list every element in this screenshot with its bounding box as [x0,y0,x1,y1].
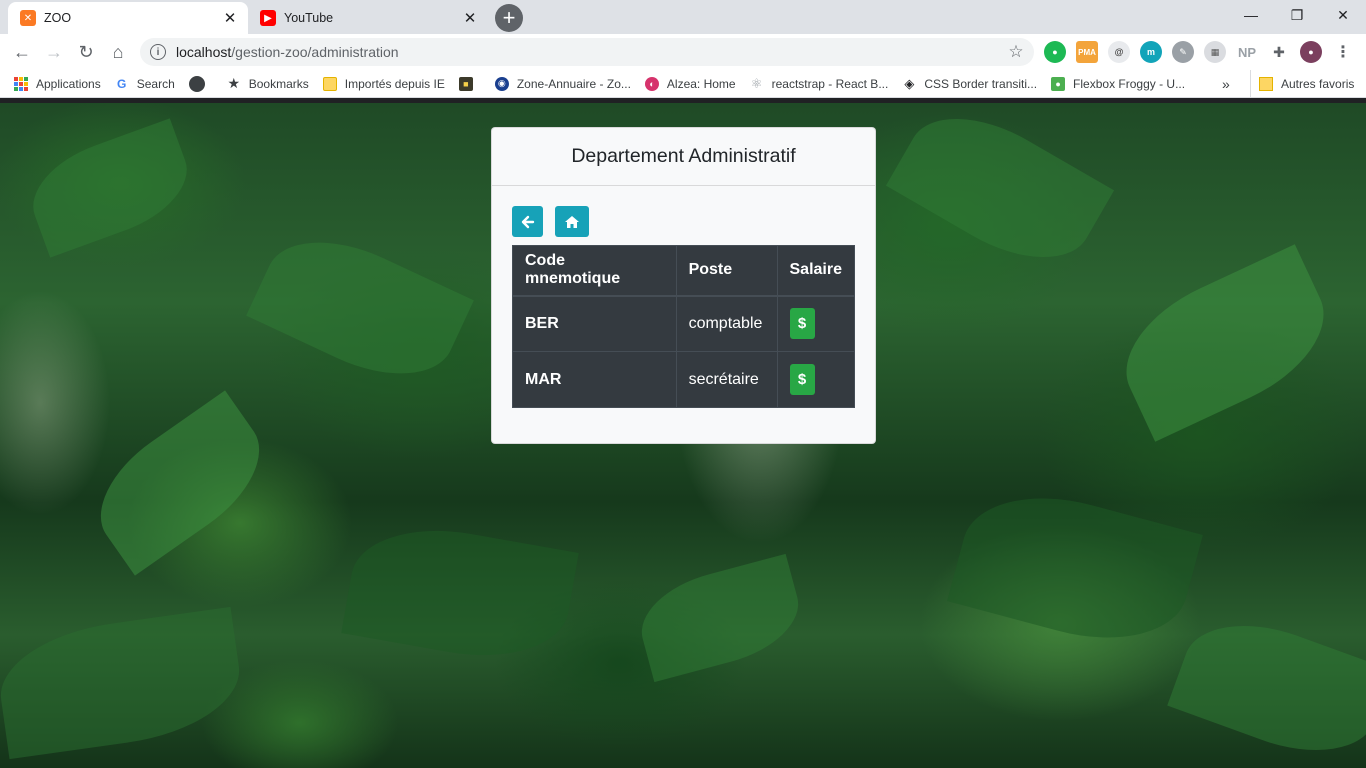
leaf-decoration [341,514,579,672]
column-header: Salaire [776,245,855,297]
bookmark-flexbox-froggy[interactable]: ● Flexbox Froggy - U... [1045,72,1191,96]
restore-icon[interactable]: ❐ [1274,0,1320,30]
leaf-decoration [77,390,283,576]
tab-title: YouTube [284,11,334,25]
card-header: Departement Administratif [492,128,875,186]
leaf-decoration [885,103,1115,286]
dollar-icon: $ [797,315,807,333]
bookmark-bookmarks[interactable]: ★ Bookmarks [221,72,315,96]
m-extension-icon[interactable]: m [1140,41,1162,63]
pma-extension-icon[interactable]: PMA [1076,41,1098,63]
app-icon: ■ [458,76,473,91]
profile-avatar[interactable]: ● [1300,41,1322,63]
code-cell: MAR [512,351,677,408]
bookmark-alzea[interactable]: ◐ Alzea: Home [639,72,742,96]
url-text[interactable]: localhost/gestion-zoo/administration [176,44,1002,60]
window-controls: — ❐ ✕ [1228,0,1366,30]
folder-icon [1259,77,1273,91]
arrow-left-icon [521,215,534,228]
bookmark-css-border[interactable]: ◈ CSS Border transiti... [896,72,1043,96]
bookmark-app[interactable]: ■ [453,72,487,96]
poste-cell: secrétaire [675,351,778,408]
salaire-cell: $ [776,351,855,408]
home-button[interactable] [555,206,589,237]
leaf-decoration [631,553,809,683]
page-title: Departement Administratif [571,145,796,167]
new-tab-button[interactable]: + [495,4,523,32]
close-window-icon[interactable]: ✕ [1320,0,1366,30]
leaf-decoration [246,215,474,401]
close-tab-icon[interactable]: ✕ [460,8,480,28]
mail-extension-icon[interactable]: @ [1108,41,1130,63]
youtube-icon: ▶ [260,10,276,26]
leaf-decoration [0,606,248,760]
bookmarks-overflow-icon[interactable]: » [1222,70,1230,98]
home-nav-icon[interactable]: ⌂ [104,38,132,66]
green-extension-icon[interactable]: ● [1044,41,1066,63]
dollar-icon: $ [797,371,807,388]
extensions-area: ● PMA @ m ✎ ▦ NP ✚ ● ⋮ [1044,40,1364,64]
bookmarks-bar: Applications G Search ★ Bookmarks Import… [0,70,1366,98]
table-header-row: Code mnemotique Poste Salaire [512,245,855,297]
table-row: BER comptable $ [512,295,855,352]
leaf-decoration [1167,602,1366,768]
browser-toolbar: ← → ↻ ⌂ i localhost/gestion-zoo/administ… [0,34,1366,70]
back-icon[interactable]: ← [8,38,36,66]
bookmark-applications[interactable]: Applications [8,72,107,96]
leaf-decoration [19,118,201,258]
tab-title: ZOO [44,11,72,25]
reload-icon[interactable]: ↻ [72,38,100,66]
close-tab-icon[interactable]: ✕ [220,8,240,28]
bookmark-search[interactable]: G Search [109,72,181,96]
bookmark-importes-ie[interactable]: Importés depuis IE [317,72,451,96]
globe-icon: ◉ [494,76,509,91]
apps-grid-icon [14,76,28,91]
folder-icon [322,76,337,91]
bookmark-reactstrap[interactable]: ⚛ reactstrap - React B... [744,72,895,96]
puzzle-icon[interactable]: ✚ [1268,41,1290,63]
np-extension-icon[interactable]: NP [1236,41,1258,63]
react-icon: ⚛ [750,75,763,91]
column-header: Poste [675,245,778,297]
leaf-decoration [1104,244,1346,442]
google-icon: G [114,76,129,91]
table-row: MAR secrétaire $ [512,351,855,408]
tab-strip: ✕ ZOO ✕ ▶ YouTube ✕ + — ❐ ✕ [0,0,1366,34]
column-header: Code mnemotique [512,245,677,297]
grid-extension-icon[interactable]: ▦ [1204,41,1226,63]
code-cell: BER [512,295,677,352]
back-button[interactable] [512,206,543,237]
department-card: Departement Administratif Code mnemotiqu… [491,127,876,444]
salaire-cell: $ [776,295,855,352]
page-background: Departement Administratif Code mnemotiqu… [0,103,1366,768]
other-bookmarks[interactable]: Autres favoris [1250,70,1354,98]
action-buttons [512,206,855,237]
alzea-icon: ◐ [644,76,659,91]
salary-button[interactable]: $ [789,364,815,395]
tab-zoo[interactable]: ✕ ZOO ✕ [8,2,248,34]
bookmark-star-icon[interactable]: ☆ [1002,42,1030,62]
eyedropper-extension-icon[interactable]: ✎ [1172,41,1194,63]
staff-table: Code mnemotique Poste Salaire BER compta… [512,245,855,408]
poste-cell: comptable [675,295,778,352]
bookmark-circle[interactable] [183,72,219,96]
salary-button[interactable]: $ [789,308,815,340]
star-icon: ★ [227,75,241,91]
menu-kebab-icon[interactable]: ⋮ [1332,41,1354,63]
info-icon[interactable]: i [150,44,166,60]
home-icon [565,215,579,228]
card-body: Code mnemotique Poste Salaire BER compta… [492,186,875,408]
codepen-icon: ◈ [904,75,915,91]
address-bar[interactable]: i localhost/gestion-zoo/administration ☆ [140,38,1034,66]
minimize-icon[interactable]: — [1228,0,1274,30]
frog-icon: ● [1051,76,1066,91]
xampp-icon: ✕ [20,10,36,26]
tab-youtube[interactable]: ▶ YouTube ✕ [248,2,488,34]
circle-icon [188,75,205,92]
bookmark-zone-annuaire[interactable]: ◉ Zone-Annuaire - Zo... [489,72,637,96]
forward-icon[interactable]: → [40,38,68,66]
leaf-decoration [947,475,1203,661]
